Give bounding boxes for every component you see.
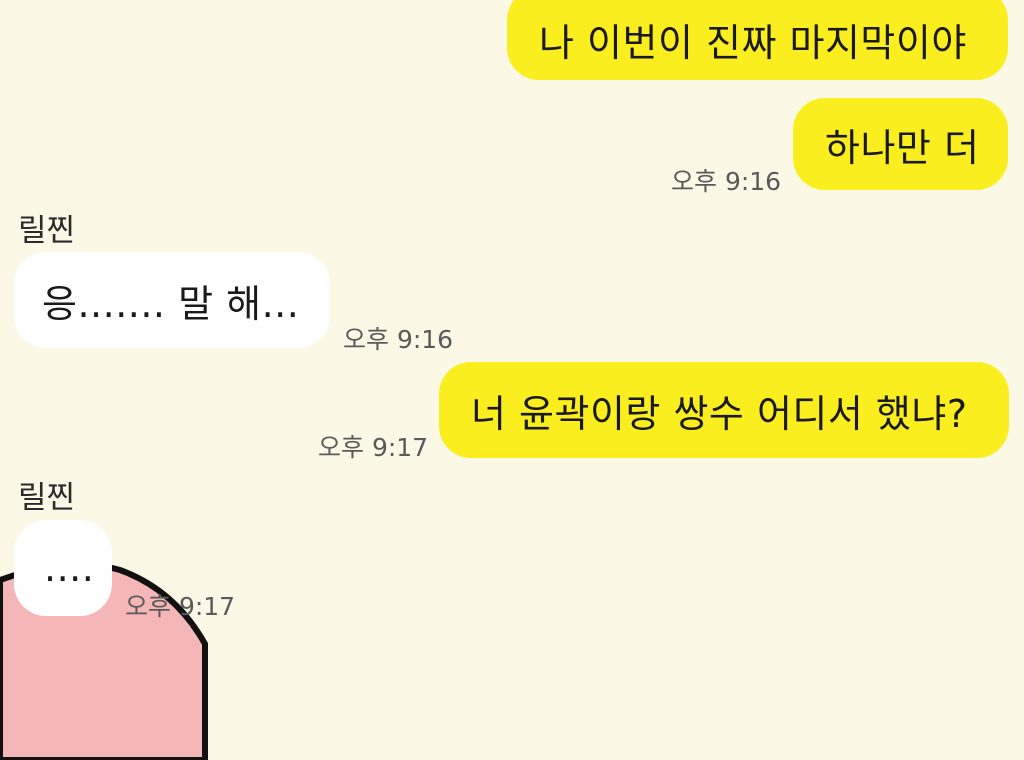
message-text: 너 윤곽이랑 쌍수 어디서 했냐? (471, 391, 968, 436)
message-timestamp: 오후 9:17 (318, 433, 429, 462)
message-timestamp: 오후 9:17 (125, 592, 236, 621)
message-timestamp: 오후 9:16 (343, 325, 454, 354)
sent-message-bubble[interactable]: 너 윤곽이랑 쌍수 어디서 했냐? (439, 362, 1009, 458)
received-message-bubble[interactable]: .... (14, 520, 112, 616)
sender-name: 릴찐 (18, 480, 76, 516)
message-text: .... (44, 546, 95, 590)
message-text: 나 이번이 진짜 마지막이야 (539, 20, 967, 65)
received-message-bubble[interactable]: 응....... 말 해... (14, 252, 330, 348)
message-timestamp: 오후 9:16 (671, 167, 782, 196)
sender-name: 릴찐 (18, 213, 76, 249)
message-text: 하나만 더 (825, 125, 980, 170)
sent-message-bubble[interactable]: 나 이번이 진짜 마지막이야 (507, 0, 1008, 80)
message-text: 응....... 말 해... (42, 281, 300, 326)
sent-message-bubble[interactable]: 하나만 더 (793, 98, 1008, 190)
